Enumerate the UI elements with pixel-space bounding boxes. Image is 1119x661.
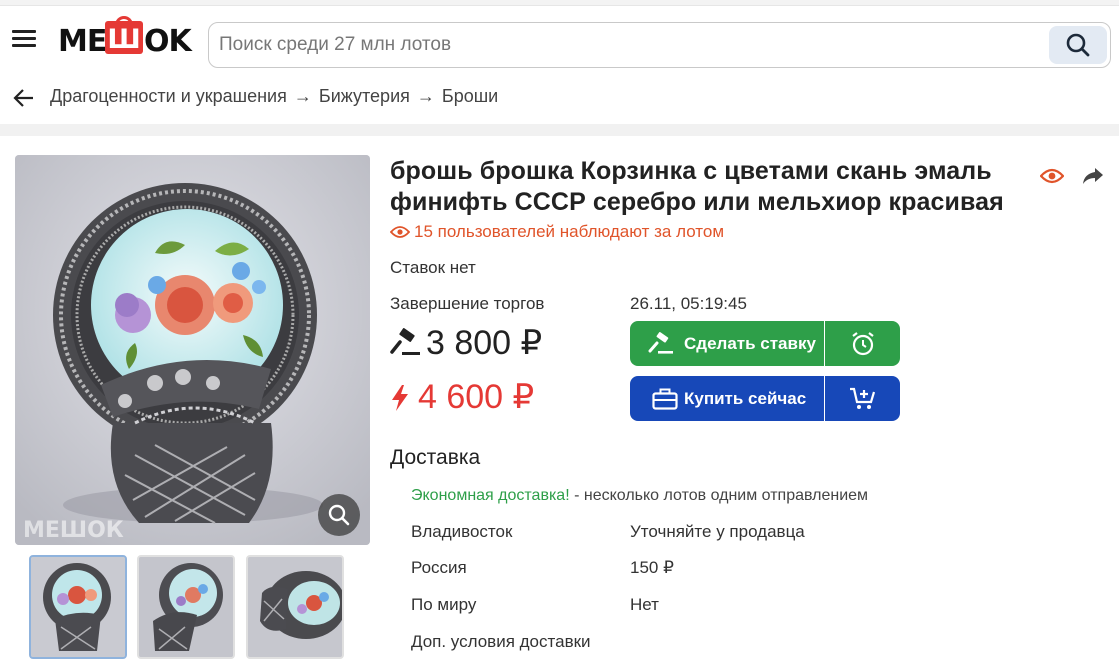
breadcrumb-separator: → bbox=[293, 86, 312, 106]
buy-now-price-value: 4 600 ₽ bbox=[418, 378, 535, 416]
search-button[interactable] bbox=[1049, 26, 1107, 64]
search-box bbox=[208, 22, 1111, 68]
lot-title: брошь брошка Корзинка с цветами скань эм… bbox=[390, 157, 1004, 216]
watchers-count: 15 пользователей наблюдают за лотом bbox=[389, 222, 725, 242]
breadcrumb-separator: → bbox=[416, 86, 435, 106]
add-to-cart-button[interactable] bbox=[825, 376, 900, 421]
site-logo[interactable]: ME Ш OK bbox=[58, 16, 192, 60]
place-bid-button[interactable]: Сделать ставку bbox=[630, 321, 824, 366]
auction-end-label: Завершение торгов bbox=[390, 294, 545, 313]
breadcrumb: Драгоценности и украшения → Бижутерия → … bbox=[0, 78, 1119, 118]
delivery-row-value: Нет bbox=[630, 595, 659, 614]
eye-icon[interactable] bbox=[1040, 164, 1064, 188]
lightning-icon bbox=[392, 385, 408, 411]
breadcrumb-item-jewelry[interactable]: Драгоценности и украшения bbox=[50, 86, 287, 106]
economy-delivery: Экономная доставка! - несколько лотов од… bbox=[411, 487, 868, 505]
watchers-text: 15 пользователей наблюдают за лотом bbox=[414, 222, 725, 241]
menu-icon[interactable] bbox=[12, 30, 36, 48]
economy-delivery-link[interactable]: Экономная доставка! bbox=[411, 487, 570, 504]
breadcrumb-item-brooches[interactable]: Броши bbox=[442, 86, 498, 106]
delivery-row-value: Уточняйте у продавца bbox=[630, 522, 805, 541]
search-input[interactable] bbox=[219, 31, 1039, 59]
briefcase-icon bbox=[652, 388, 678, 410]
auction-end-value: 26.11, 05:19:45 bbox=[630, 294, 747, 313]
delivery-row-value: 150 ₽ bbox=[630, 558, 674, 577]
search-icon bbox=[1066, 33, 1090, 57]
share-icon[interactable] bbox=[1082, 166, 1104, 186]
economy-delivery-text: - несколько лотов одним отправлением bbox=[569, 487, 869, 504]
back-arrow-icon[interactable] bbox=[12, 86, 36, 110]
add-to-cart-icon bbox=[850, 387, 876, 409]
section-divider bbox=[0, 124, 1119, 136]
breadcrumb-item-bijouterie[interactable]: Бижутерия bbox=[319, 86, 410, 106]
photo-watermark: МЕШОК bbox=[23, 518, 124, 543]
delivery-row-label: Владивосток bbox=[411, 522, 513, 541]
bids-status: Ставок нет bbox=[390, 258, 476, 277]
gavel-icon bbox=[648, 332, 673, 354]
delivery-heading: Доставка bbox=[390, 446, 481, 469]
thumbnail-2[interactable] bbox=[137, 555, 235, 659]
main-lot-photo[interactable]: МЕШОК bbox=[15, 155, 370, 545]
alarm-clock-icon bbox=[852, 332, 874, 356]
delivery-row-label: По миру bbox=[411, 595, 477, 614]
reminder-button[interactable] bbox=[825, 321, 900, 366]
eye-icon bbox=[389, 226, 411, 238]
place-bid-label: Сделать ставку bbox=[684, 334, 816, 353]
zoom-button[interactable] bbox=[318, 494, 360, 536]
site-header: ME Ш OK bbox=[0, 6, 1119, 72]
zoom-icon bbox=[328, 504, 350, 526]
thumbnail-1[interactable] bbox=[29, 555, 127, 659]
delivery-extra-conditions[interactable]: Доп. условия доставки bbox=[411, 632, 591, 652]
current-price: 3 800 ₽ bbox=[390, 323, 542, 363]
current-price-value: 3 800 ₽ bbox=[426, 324, 543, 362]
thumbnail-3[interactable] bbox=[246, 555, 344, 659]
buy-now-price: 4 600 ₽ bbox=[390, 377, 534, 417]
buy-now-label: Купить сейчас bbox=[684, 389, 807, 408]
gavel-icon bbox=[390, 328, 420, 355]
buy-now-button[interactable]: Купить сейчас bbox=[630, 376, 824, 421]
delivery-row-label: Россия bbox=[411, 558, 467, 577]
